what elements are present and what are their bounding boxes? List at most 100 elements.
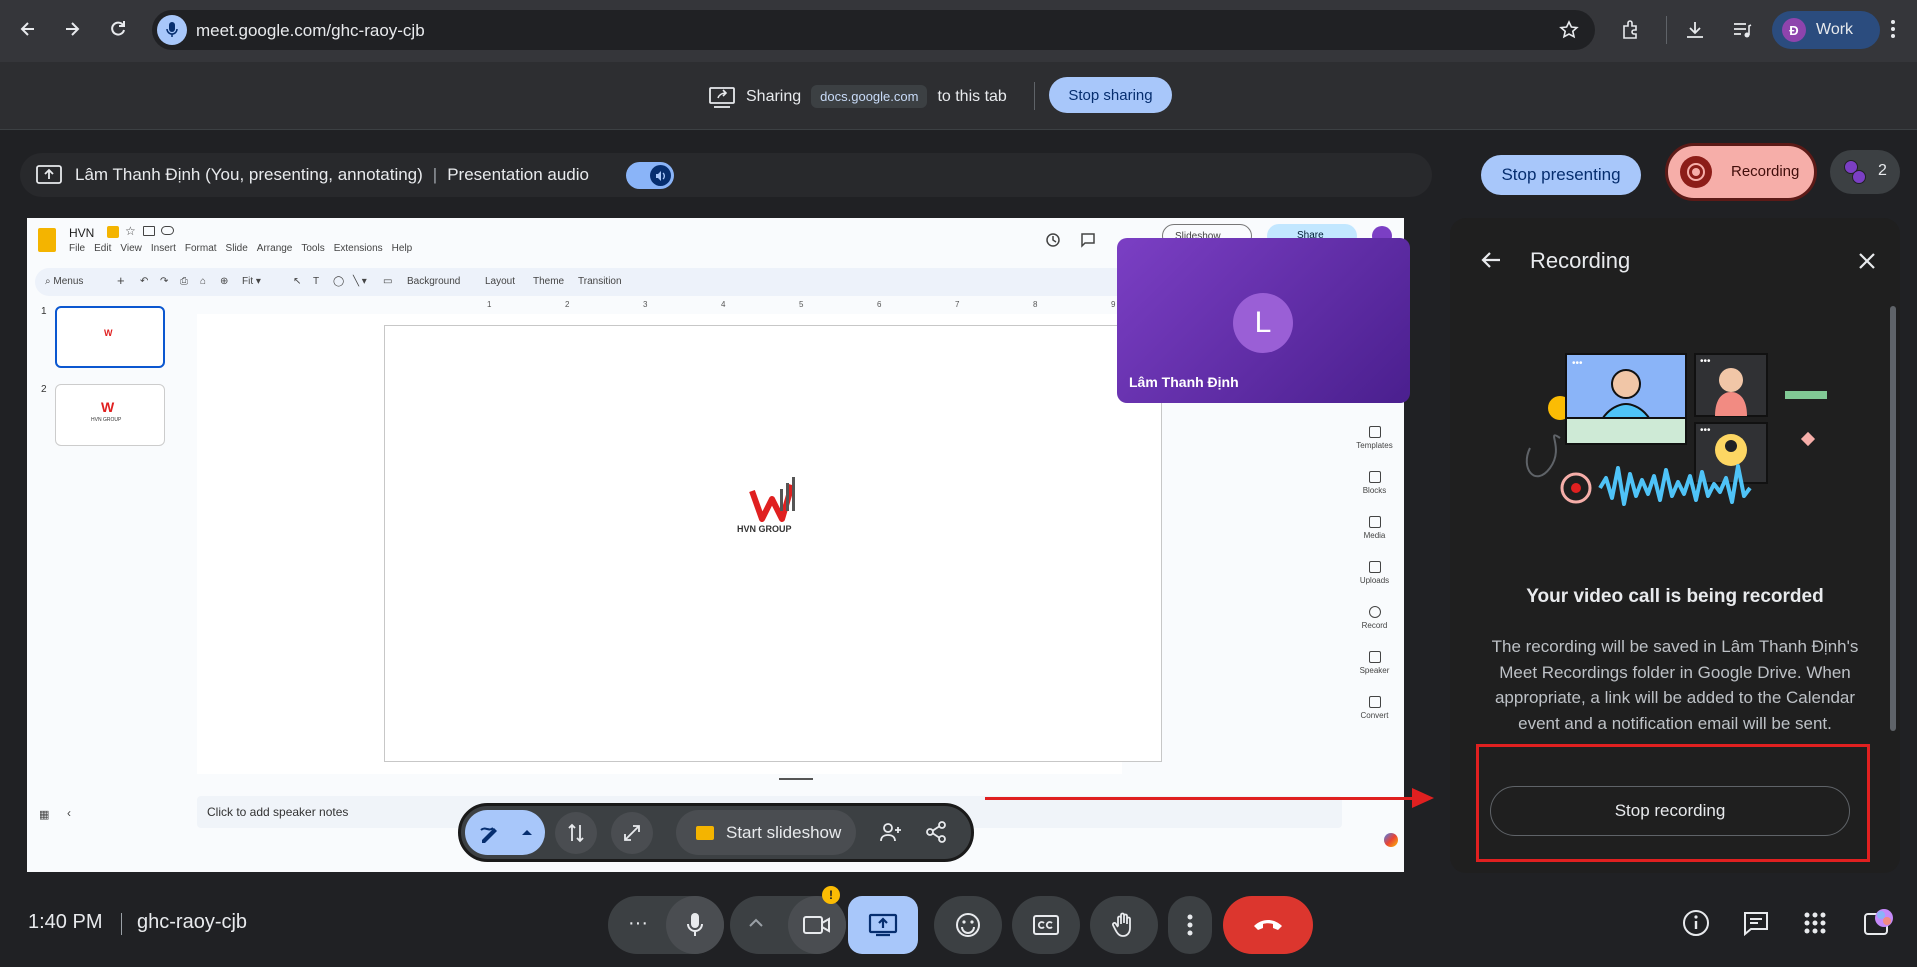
stop-sharing-button[interactable]: Stop sharing [1049,77,1172,113]
rail-templates[interactable]: Templates [1347,426,1402,450]
menu-tools[interactable]: Tools [301,243,324,254]
audio-options-button[interactable]: ··· [628,912,648,935]
shape-icon[interactable]: ◯ [333,276,344,287]
reload-icon [111,21,125,36]
slide-thumbnail-2[interactable]: W HVN GROUP [55,384,165,446]
slide-canvas[interactable]: HVN GROUP [384,325,1162,762]
rail-media[interactable]: Media [1347,516,1402,540]
chat-icon[interactable] [1742,910,1770,936]
menu-edit[interactable]: Edit [94,243,111,254]
menu-file[interactable]: File [69,243,85,254]
share-icon[interactable] [925,821,947,843]
line-icon[interactable]: ╲ ▾ [353,276,367,287]
reactions-button[interactable] [934,896,1002,954]
media-control-icon[interactable] [1732,20,1752,40]
browser-menu-icon[interactable] [1890,18,1896,40]
annotate-button[interactable] [465,810,545,855]
background-button[interactable]: Background [407,276,460,287]
back-arrow-icon[interactable] [1480,250,1502,270]
participant-tile[interactable]: L Lâm Thanh Định [1117,238,1410,403]
url-text[interactable]: meet.google.com/ghc-raoy-cjb [196,21,425,41]
collapse-filmstrip-icon[interactable]: ‹ [67,806,71,820]
cloud-icon [161,226,174,235]
thumb-logo-text: HVN GROUP [91,417,122,423]
svg-text:•••: ••• [1700,425,1711,436]
close-icon[interactable] [1858,252,1876,270]
search-menus[interactable]: ⌕ Menus [45,276,83,287]
screen-share-icon [709,86,735,108]
captions-button[interactable] [1012,896,1080,954]
menu-insert[interactable]: Insert [151,243,176,254]
download-icon[interactable] [1684,19,1706,41]
camera-button[interactable] [788,896,846,954]
present-button[interactable] [848,896,918,954]
zoom-icon[interactable]: ⊕ [220,276,228,287]
slide-thumbnail-1[interactable]: W [55,306,165,368]
rail-record[interactable]: Record [1347,606,1402,630]
bookmark-star-icon[interactable] [1559,20,1579,40]
paint-format-icon[interactable]: ⌂ [200,276,206,287]
notes-resize-handle[interactable] [779,778,813,780]
panel-scrollbar[interactable] [1890,306,1896,731]
profile-chip[interactable]: Đ Work [1772,11,1880,49]
share-divider [1034,82,1035,110]
rail-blocks[interactable]: Blocks [1347,471,1402,495]
zoom-select[interactable]: Fit ▾ [242,276,261,287]
microphone-indicator-icon[interactable] [157,15,187,45]
text-box-icon[interactable]: T [313,276,319,287]
document-title[interactable]: HVN [69,226,94,240]
side-rail: Templates Blocks Media Uploads Record Sp… [1347,418,1402,748]
forward-button[interactable] [56,13,88,45]
layout-button[interactable]: Layout [485,276,515,287]
profile-avatar: Đ [1782,18,1806,42]
star-icon[interactable]: ☆ [125,224,136,238]
move-toolbar-button[interactable] [555,812,597,854]
emoji-icon [956,913,980,937]
print-icon[interactable]: ⎙ [180,276,188,287]
back-button[interactable] [12,13,44,45]
address-bar[interactable]: meet.google.com/ghc-raoy-cjb [152,10,1595,50]
expand-icon [624,825,640,841]
fullscreen-button[interactable] [611,812,653,854]
recording-indicator[interactable]: Recording [1665,143,1817,201]
gemini-notes-icon[interactable] [1864,908,1894,938]
version-history-icon[interactable] [1045,232,1061,248]
participants-button[interactable]: 2 [1830,150,1900,194]
comments-icon[interactable] [1080,232,1096,248]
rail-uploads[interactable]: Uploads [1347,561,1402,585]
rail-speaker[interactable]: Speaker [1347,651,1402,675]
raise-hand-button[interactable] [1090,896,1158,954]
chevron-up-icon[interactable] [748,916,764,928]
leave-call-button[interactable] [1223,896,1313,954]
select-cursor-icon[interactable]: ↖ [293,276,301,287]
new-slide-icon[interactable]: + [117,273,125,288]
menu-arrange[interactable]: Arrange [257,243,293,254]
undo-icon[interactable]: ↶ [140,276,148,287]
menu-extensions[interactable]: Extensions [334,243,383,254]
transition-button[interactable]: Transition [578,276,622,287]
presentation-audio-toggle[interactable] [626,162,674,189]
sharing-label: Sharing [746,87,802,105]
grid-view-icon[interactable]: ▦ [39,808,49,821]
gemini-icon[interactable] [1384,833,1398,847]
theme-button[interactable]: Theme [533,276,564,287]
add-person-icon[interactable] [879,821,903,843]
reload-button[interactable] [102,13,134,45]
folder-icon[interactable] [143,226,155,236]
start-slideshow-button[interactable]: Start slideshow [676,810,856,855]
more-options-button[interactable] [1168,896,1212,954]
menu-slide[interactable]: Slide [226,243,248,254]
present-screen-icon [868,913,898,937]
presenting-status-text: Lâm Thanh Định (You, presenting, annotat… [75,165,589,184]
activities-grid-icon[interactable] [1803,911,1827,935]
rail-convert[interactable]: Convert [1347,696,1402,720]
meeting-info-icon[interactable] [1682,909,1710,937]
stop-presenting-button[interactable]: Stop presenting [1481,155,1641,195]
menu-format[interactable]: Format [185,243,217,254]
redo-icon[interactable]: ↷ [160,276,168,287]
microphone-button[interactable] [666,896,724,954]
comment-add-icon[interactable]: ▭ [383,276,392,287]
menu-view[interactable]: View [120,243,142,254]
extensions-icon[interactable] [1620,19,1642,41]
menu-help[interactable]: Help [392,243,413,254]
